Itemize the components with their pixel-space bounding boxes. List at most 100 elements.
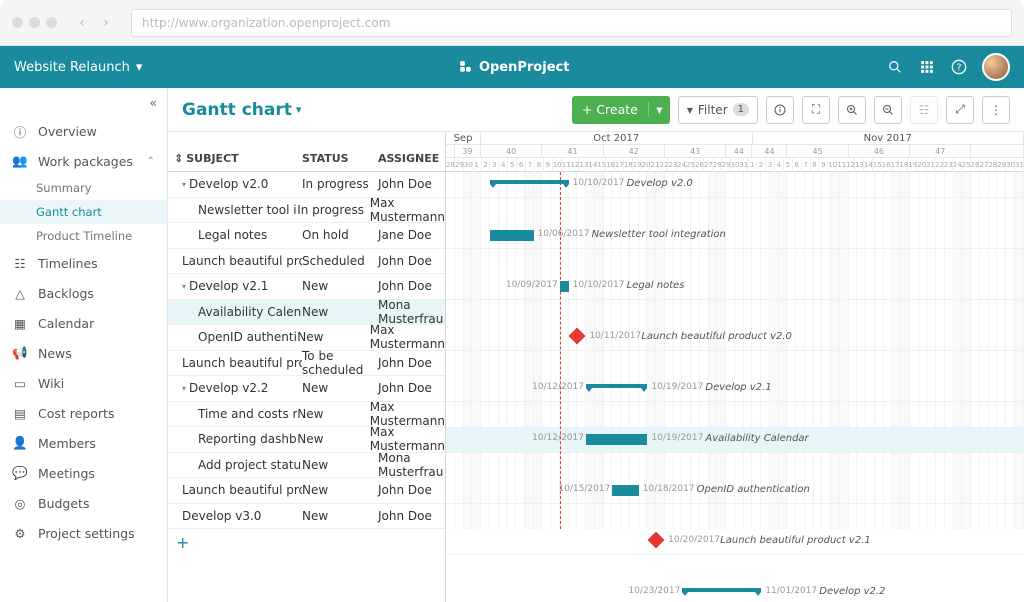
cell-assignee[interactable]: John Doe	[378, 177, 445, 191]
user-avatar[interactable]	[982, 53, 1010, 81]
table-row[interactable]: Newsletter tool integ…In progressMax Mus…	[168, 198, 445, 224]
zoom-out-button[interactable]	[874, 96, 902, 124]
cell-subject[interactable]: ▾ Develop v2.0	[168, 177, 302, 191]
gantt-bar[interactable]	[586, 384, 647, 388]
table-row[interactable]: Develop v3.0NewJohn Doe	[168, 504, 445, 530]
cell-subject[interactable]: Launch beautiful produc…	[168, 483, 302, 497]
col-status[interactable]: STATUS	[302, 152, 378, 165]
fullscreen-button[interactable]: ⤢	[946, 96, 974, 124]
expand-icon[interactable]: ▾	[182, 384, 186, 393]
table-row[interactable]: Launch beautiful produc…To be scheduledJ…	[168, 351, 445, 377]
create-dropdown[interactable]: ▾	[648, 102, 670, 117]
sidebar-item-wiki[interactable]: ▭Wiki	[0, 368, 167, 398]
table-row[interactable]: Availability CalendarNewMona Musterfrau	[168, 300, 445, 326]
cell-subject[interactable]: Reporting dashboard	[168, 432, 297, 446]
close-dot[interactable]	[12, 17, 23, 28]
sidebar-item-timelines[interactable]: ☷Timelines	[0, 248, 167, 278]
cell-status[interactable]: New	[302, 305, 378, 319]
page-title[interactable]: Gantt chart ▾	[182, 100, 301, 120]
expand-icon[interactable]: ▾	[182, 180, 186, 189]
cell-subject[interactable]: Availability Calendar	[168, 305, 302, 319]
cell-assignee[interactable]: John Doe	[378, 483, 445, 497]
table-row[interactable]: Legal notesOn holdJane Doe	[168, 223, 445, 249]
info-button[interactable]	[766, 96, 794, 124]
gantt-row[interactable]: 10/12/201710/19/2017Availability Calenda…	[446, 427, 1024, 453]
sidebar-item-members[interactable]: 👤Members	[0, 428, 167, 458]
cell-assignee[interactable]: Max Mustermann	[370, 400, 445, 428]
cell-assignee[interactable]: John Doe	[378, 509, 445, 523]
cell-assignee[interactable]: Max Mustermann	[370, 323, 445, 351]
table-row[interactable]: ▾ Develop v2.2NewJohn Doe	[168, 376, 445, 402]
sort-icon[interactable]: ⇕	[174, 152, 183, 165]
sidebar-item-meetings[interactable]: 💬Meetings	[0, 458, 167, 488]
address-bar[interactable]: http://www.organization.openproject.com	[131, 9, 1012, 37]
gantt-row[interactable]: 10/20/2017Launch beautiful product v2.1	[446, 529, 1024, 555]
cell-status[interactable]: In progress	[297, 203, 370, 217]
cell-assignee[interactable]: John Doe	[378, 356, 445, 370]
expand-icon[interactable]: ▾	[182, 282, 186, 291]
cell-assignee[interactable]: John Doe	[378, 381, 445, 395]
gantt-row[interactable]: 10/10/2017Develop v2.0	[446, 172, 1024, 198]
sidebar-item-budgets[interactable]: ◎Budgets	[0, 488, 167, 518]
cell-status[interactable]: New	[302, 279, 378, 293]
milestone-icon[interactable]	[569, 328, 586, 345]
cell-status[interactable]: New	[302, 458, 378, 472]
sidebar-item-backlogs[interactable]: △Backlogs	[0, 278, 167, 308]
sidebar-item-overview[interactable]: ⓘOverview	[0, 116, 167, 146]
table-row[interactable]: Launch beautiful produc…ScheduledJohn Do…	[168, 249, 445, 275]
cell-status[interactable]: In progress	[302, 177, 378, 191]
table-row[interactable]: Add project statusNewMona Musterfrau	[168, 453, 445, 479]
cell-status[interactable]: To be scheduled	[302, 349, 378, 377]
cell-status[interactable]: New	[302, 509, 378, 523]
gantt-bar[interactable]	[560, 281, 569, 292]
cell-assignee[interactable]: Max Mustermann	[370, 425, 445, 453]
zoom-fit-button[interactable]: ⛶	[802, 96, 830, 124]
cell-status[interactable]: New	[297, 432, 370, 446]
cell-assignee[interactable]: Mona Musterfrau	[378, 298, 445, 326]
table-row[interactable]: Reporting dashboardNewMax Mustermann	[168, 427, 445, 453]
gantt-chart[interactable]: SepOct 2017Nov 2017394041424344444546472…	[446, 132, 1024, 602]
sidebar-item-news[interactable]: 📢News	[0, 338, 167, 368]
cell-subject[interactable]: Develop v3.0	[168, 509, 302, 523]
forward-button[interactable]: ›	[95, 12, 117, 34]
gantt-bar[interactable]	[682, 588, 761, 592]
gantt-row[interactable]: 10/11/2017Launch beautiful product v2.0	[446, 325, 1024, 351]
sidebar-item-work-packages[interactable]: 👥Work packages⌃	[0, 146, 167, 176]
cell-assignee[interactable]: John Doe	[378, 279, 445, 293]
table-row[interactable]: ▾ Develop v2.1NewJohn Doe	[168, 274, 445, 300]
zoom-in-button[interactable]	[838, 96, 866, 124]
cell-status[interactable]: New	[302, 483, 378, 497]
cell-subject[interactable]: Launch beautiful produc…	[168, 356, 302, 370]
cell-status[interactable]: New	[297, 407, 370, 421]
min-dot[interactable]	[29, 17, 40, 28]
more-menu[interactable]: ⋮	[982, 96, 1010, 124]
cell-assignee[interactable]: Jane Doe	[378, 228, 445, 242]
gantt-row[interactable]: 10/12/201710/19/2017Develop v2.1	[446, 376, 1024, 402]
gantt-row[interactable]: 10/23/201711/01/2017Develop v2.2	[446, 580, 1024, 602]
project-switcher[interactable]: Website Relaunch ▾	[14, 60, 142, 75]
gantt-bar[interactable]	[586, 434, 647, 445]
apps-icon[interactable]	[918, 58, 936, 76]
cell-subject[interactable]: Launch beautiful produc…	[168, 254, 302, 268]
add-row-button[interactable]: +	[168, 529, 445, 555]
cell-assignee[interactable]: John Doe	[378, 254, 445, 268]
sidebar-sub-product-timeline[interactable]: Product Timeline	[0, 224, 167, 248]
cell-assignee[interactable]: Max Mustermann	[370, 196, 445, 224]
cell-subject[interactable]: Legal notes	[168, 228, 302, 242]
cell-status[interactable]: New	[297, 330, 370, 344]
cell-subject[interactable]: Add project status	[168, 458, 302, 472]
cell-assignee[interactable]: Mona Musterfrau	[378, 451, 445, 479]
cell-subject[interactable]: ▾ Develop v2.2	[168, 381, 302, 395]
col-subject[interactable]: SUBJECT	[186, 152, 238, 165]
cell-subject[interactable]: OpenID authenticati…	[168, 330, 297, 344]
table-row[interactable]: Time and costs repor…NewMax Mustermann	[168, 402, 445, 428]
col-assignee[interactable]: ASSIGNEE	[378, 152, 445, 165]
search-icon[interactable]	[886, 58, 904, 76]
gantt-bar[interactable]	[490, 230, 534, 241]
milestone-icon[interactable]	[648, 532, 665, 549]
sidebar-item-calendar[interactable]: ▦Calendar	[0, 308, 167, 338]
sidebar-sub-gantt-chart[interactable]: Gantt chart	[0, 200, 167, 224]
back-button[interactable]: ‹	[71, 12, 93, 34]
cell-status[interactable]: Scheduled	[302, 254, 378, 268]
table-row[interactable]: OpenID authenticati…NewMax Mustermann	[168, 325, 445, 351]
